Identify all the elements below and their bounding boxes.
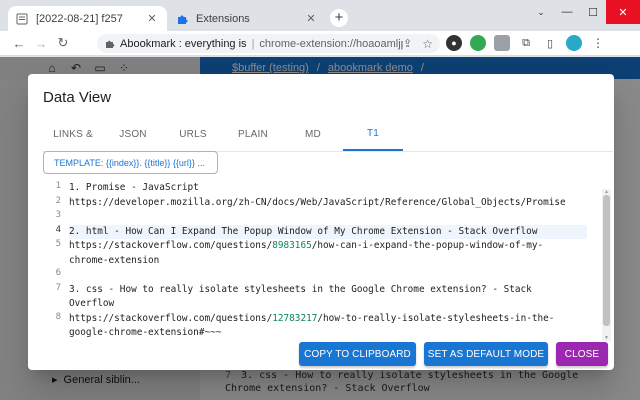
copy-to-clipboard-button[interactable]: COPY TO CLIPBOARD xyxy=(299,342,416,366)
tab-title: Extensions xyxy=(196,12,250,25)
minimize-button[interactable]: — xyxy=(554,0,580,24)
template-button[interactable]: TEMPLATE: {{index}}. {{title}} {{url}} .… xyxy=(43,151,218,174)
set-default-mode-button[interactable]: SET AS DEFAULT MODE xyxy=(424,342,548,366)
code-line[interactable]: https://developer.mozilla.org/zh-CN/docs… xyxy=(69,196,587,210)
reload-icon[interactable]: ↻ xyxy=(52,35,74,51)
tab-links[interactable]: LINKS & xyxy=(43,118,103,151)
line-number: 3 xyxy=(55,210,61,220)
tab-plain[interactable]: PLAIN xyxy=(223,118,283,151)
line-number: 7 xyxy=(55,282,61,293)
code-line[interactable]: 2. html - How Can I Expand The Popup Win… xyxy=(69,224,587,239)
extensions-menu-icon[interactable]: ⧉ xyxy=(518,35,534,51)
tab-title: [2022-08-21] f257 xyxy=(36,12,123,25)
code-line[interactable]: https://stackoverflow.com/questions/1278… xyxy=(69,312,587,326)
code-line[interactable] xyxy=(69,210,587,224)
code-line[interactable]: chrome-extension xyxy=(69,254,587,268)
forward-arrow-icon[interactable]: → xyxy=(30,36,52,51)
number-token: 12783217 xyxy=(272,312,318,324)
data-view-dialog: Data View LINKS & JSON URLS PLAIN MD T1 … xyxy=(28,74,614,370)
address-bar[interactable]: Abookmark : everything is | chrome-exten… xyxy=(97,34,440,53)
address-separator: | xyxy=(251,37,255,50)
extension-icons: ● ⧉ ▯ ⋮ xyxy=(446,35,606,51)
share-icon[interactable]: ⇪ xyxy=(403,37,412,50)
puzzle-icon xyxy=(176,13,188,25)
scroll-down-icon[interactable]: ▼ xyxy=(602,335,611,341)
tab-md[interactable]: MD xyxy=(283,118,343,151)
code-editor[interactable]: 12345678 1. Promise - JavaScript https://… xyxy=(43,177,613,340)
code-line[interactable]: Overflow xyxy=(69,297,587,311)
close-window-button[interactable]: ✕ xyxy=(606,0,640,24)
format-tabs: LINKS & JSON URLS PLAIN MD T1 xyxy=(43,118,613,152)
tab-search-icon[interactable]: ⌄ xyxy=(528,0,554,24)
line-number: 8 xyxy=(55,311,61,322)
browser-tab-extensions[interactable]: Extensions ✕ xyxy=(168,6,326,31)
line-number: 4 xyxy=(55,224,61,235)
page-favicon xyxy=(16,13,28,25)
line-number-gutter: 1 2 3 4 5 6 7 8 xyxy=(43,177,67,340)
editor-scrollbar[interactable]: ▲ ▼ xyxy=(602,189,611,341)
code-line[interactable]: 1. Promise - JavaScript xyxy=(69,181,587,195)
bookmark-star-icon[interactable]: ☆ xyxy=(422,37,433,51)
url-text: chrome-extension://hoaoamljp... xyxy=(259,37,404,50)
line-number: 2 xyxy=(55,195,61,206)
close-tab-icon[interactable]: ✕ xyxy=(304,12,318,25)
back-arrow-icon[interactable]: ← xyxy=(8,36,30,51)
tab-json[interactable]: JSON xyxy=(103,118,163,151)
side-panel-icon[interactable]: ▯ xyxy=(542,35,558,51)
close-button[interactable]: CLOSE xyxy=(556,342,608,366)
browser-tab-active[interactable]: [2022-08-21] f257 ✕ xyxy=(8,6,167,31)
maximize-button[interactable]: ☐ xyxy=(580,0,606,24)
tab-t1[interactable]: T1 xyxy=(343,118,403,151)
extension-grey-icon[interactable] xyxy=(494,35,510,51)
window-controls: ⌄ — ☐ ✕ xyxy=(528,0,640,24)
code-line[interactable]: https://stackoverflow.com/questions/8983… xyxy=(69,239,587,253)
site-label: Abookmark : everything is xyxy=(120,37,247,50)
number-token: 8983165 xyxy=(272,240,312,251)
dialog-title: Data View xyxy=(43,89,112,106)
extension-green-icon[interactable] xyxy=(470,35,486,51)
line-number: 1 xyxy=(55,181,61,191)
new-tab-button[interactable]: + xyxy=(330,9,348,27)
extension-site-icon xyxy=(105,39,115,49)
chrome-menu-icon[interactable]: ⋮ xyxy=(590,35,606,51)
title-bar: [2022-08-21] f257 ✕ Extensions ✕ + ⌄ — ☐… xyxy=(0,0,640,31)
extension-dark-icon[interactable]: ● xyxy=(446,35,462,51)
code-line[interactable] xyxy=(69,268,587,282)
dialog-actions: COPY TO CLIPBOARD SET AS DEFAULT MODE CL… xyxy=(291,342,608,366)
browser-toolbar: ← → ↻ Abookmark : everything is | chrome… xyxy=(0,31,640,56)
code-line[interactable]: 3. css - How to really isolate styleshee… xyxy=(69,283,587,297)
line-number: 6 xyxy=(55,268,61,278)
scrollbar-thumb[interactable] xyxy=(603,195,610,326)
tab-urls[interactable]: URLS xyxy=(163,118,223,151)
close-tab-icon[interactable]: ✕ xyxy=(145,12,159,25)
code-line[interactable]: google-chrome-extension#~~~ xyxy=(69,326,587,340)
line-number: 5 xyxy=(55,239,61,249)
profile-avatar[interactable] xyxy=(566,35,582,51)
